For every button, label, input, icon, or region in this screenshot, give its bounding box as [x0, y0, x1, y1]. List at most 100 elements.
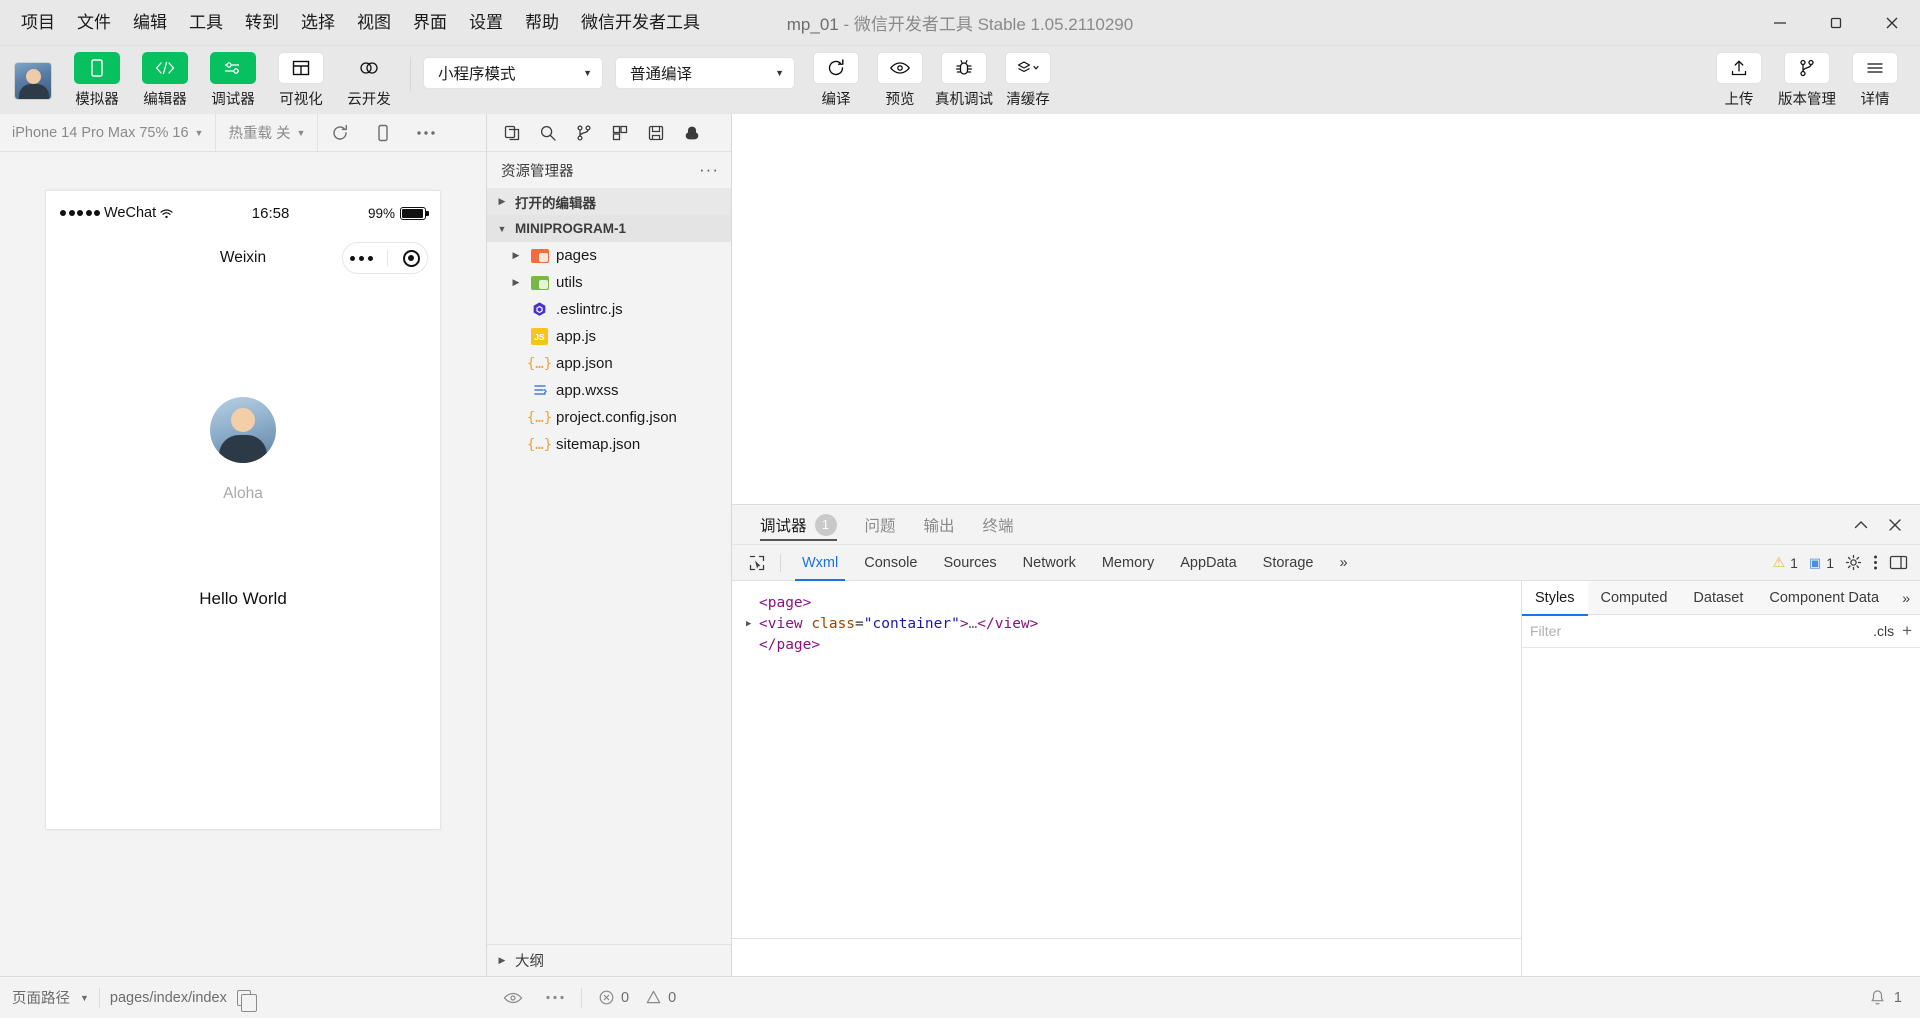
eslint-icon [530, 301, 549, 318]
tab-debugger[interactable]: 调试器 1 [746, 505, 851, 545]
source-control-icon[interactable] [575, 124, 593, 142]
toolbar-button-remote-debug[interactable]: 真机调试 [933, 52, 995, 109]
subtab-sources[interactable]: Sources [930, 545, 1009, 581]
tab-terminal[interactable]: 终端 [969, 505, 1028, 545]
phone-battery-pct: 99% [367, 205, 395, 221]
outline-section[interactable]: ▶ 大纲 [487, 944, 731, 976]
files-icon[interactable] [503, 124, 521, 142]
eye-icon[interactable] [503, 991, 523, 1005]
styles-overflow-icon[interactable]: » [1902, 590, 1920, 606]
build-select[interactable]: 普通编译 ▼ [615, 57, 795, 89]
subtab-label: Memory [1101, 554, 1155, 571]
close-icon[interactable] [1886, 516, 1904, 534]
tree-item-app-wxss[interactable]: app.wxss [487, 377, 731, 404]
capsule-button[interactable] [342, 242, 428, 274]
subtab-memory[interactable]: Memory [1089, 545, 1167, 581]
subtab-overflow[interactable]: » [1326, 545, 1360, 581]
tree-item-pages[interactable]: ▶ pages [487, 242, 731, 269]
tree-item-utils[interactable]: ▶ utils [487, 269, 731, 296]
toolbar-button-compile[interactable]: 编译 [805, 52, 867, 109]
tab-output[interactable]: 输出 [910, 505, 969, 545]
toolbar-button-version-control[interactable]: 版本管理 [1776, 52, 1838, 109]
error-count[interactable]: 0 [598, 989, 629, 1006]
search-icon[interactable] [539, 124, 557, 142]
message-count[interactable]: ▣ 1 [1809, 555, 1834, 571]
more-icon[interactable] [545, 995, 565, 1000]
styles-filter-input[interactable] [1530, 623, 1866, 639]
explorer-more-icon[interactable]: ··· [699, 160, 719, 180]
toolbar-button-editor[interactable]: 编辑器 [136, 52, 194, 109]
styles-tab-styles[interactable]: Styles [1522, 580, 1588, 616]
maximize-button[interactable] [1808, 0, 1864, 46]
tree-item-sitemap[interactable]: {…} sitemap.json [487, 431, 731, 458]
menu-item-settings[interactable]: 设置 [458, 8, 514, 37]
avatar[interactable] [14, 62, 52, 100]
menu-item-file[interactable]: 文件 [66, 8, 122, 37]
cls-button[interactable]: .cls [1873, 623, 1894, 639]
code-line-2[interactable]: ▶ <view class = "container" >… </view> [746, 614, 1507, 635]
devtools-subtabbar: Wxml Console Sources Network Memory AppD… [732, 545, 1920, 581]
add-style-rule-button[interactable]: + [1902, 621, 1912, 641]
menu-item-select[interactable]: 选择 [290, 8, 346, 37]
device-select[interactable]: iPhone 14 Pro Max 75% 16 ▼ [0, 114, 215, 151]
styles-tab-component-data[interactable]: Component Data [1756, 581, 1892, 615]
menu-item-help[interactable]: 帮助 [514, 8, 570, 37]
extensions-icon[interactable] [611, 124, 629, 142]
subtab-storage[interactable]: Storage [1250, 545, 1327, 581]
tree-item-project-config[interactable]: {…} project.config.json [487, 404, 731, 431]
page-path-label[interactable]: 页面路径 [12, 987, 70, 1008]
toolbar-button-visualize[interactable]: 可视化 [272, 52, 330, 109]
tab-problems[interactable]: 问题 [851, 505, 910, 545]
tab-label: 终端 [982, 517, 1014, 535]
inspect-element-icon[interactable] [742, 550, 772, 576]
tree-item-app-js[interactable]: JS app.js [487, 323, 731, 350]
styles-tab-computed[interactable]: Computed [1588, 581, 1681, 615]
subtab-console[interactable]: Console [851, 545, 930, 581]
subtab-network[interactable]: Network [1010, 545, 1089, 581]
copy-icon[interactable] [236, 989, 257, 1012]
subtab-appdata[interactable]: AppData [1167, 545, 1249, 581]
toolbar-button-simulator[interactable]: 模拟器 [68, 52, 126, 109]
wxml-code[interactable]: <page> ▶ <view class = "container" >… </view>… [732, 581, 1521, 938]
chevron-down-icon[interactable]: ▼ [80, 993, 89, 1003]
menu-item-tools[interactable]: 工具 [178, 8, 234, 37]
toolbar-button-preview[interactable]: 预览 [869, 52, 931, 109]
user-avatar[interactable] [210, 397, 276, 463]
js-icon: JS [530, 328, 549, 345]
warning-count[interactable]: 0 [645, 989, 676, 1006]
menu-item-interface[interactable]: 界面 [402, 8, 458, 37]
dock-panel-icon[interactable] [1889, 554, 1908, 571]
chevron-up-icon[interactable] [1852, 516, 1870, 534]
hot-reload-select[interactable]: 热重载 关 ▼ [216, 114, 317, 151]
chevron-down-icon: ▼ [194, 127, 204, 138]
chevron-right-icon[interactable]: ▶ [746, 614, 759, 635]
menu-item-devtools[interactable]: 微信开发者工具 [570, 8, 711, 37]
save-icon[interactable] [647, 124, 665, 142]
menu-item-goto[interactable]: 转到 [234, 8, 290, 37]
menu-item-project[interactable]: 项目 [10, 8, 66, 37]
tree-item-app-json[interactable]: {…} app.json [487, 350, 731, 377]
menu-item-edit[interactable]: 编辑 [122, 8, 178, 37]
debug-icon[interactable] [683, 124, 701, 142]
menu-item-view[interactable]: 视图 [346, 8, 402, 37]
toolbar-button-clear-cache[interactable]: 清缓存 [997, 52, 1059, 109]
kebab-menu-icon[interactable] [1873, 554, 1878, 571]
toolbar-button-cloud[interactable]: 云开发 [340, 52, 398, 109]
tree-item-eslintrc[interactable]: .eslintrc.js [487, 296, 731, 323]
simulator-more-button[interactable] [404, 114, 448, 151]
warning-count[interactable]: ⚠ 1 [1773, 554, 1798, 571]
close-button[interactable] [1864, 0, 1920, 46]
tree-section-miniprogram[interactable]: ▼ MINIPROGRAM-1 [487, 215, 731, 242]
toolbar-button-debugger[interactable]: 调试器 [204, 52, 262, 109]
simulator-rotate-button[interactable] [362, 114, 404, 151]
gear-icon[interactable] [1845, 554, 1862, 571]
toolbar-button-details[interactable]: 详情 [1844, 52, 1906, 109]
mode-select[interactable]: 小程序模式 ▼ [423, 57, 603, 89]
subtab-wxml[interactable]: Wxml [789, 545, 851, 581]
styles-tab-dataset[interactable]: Dataset [1680, 581, 1756, 615]
simulator-refresh-button[interactable] [318, 114, 362, 151]
status-notifications[interactable]: 1 [1869, 989, 1920, 1007]
toolbar-button-upload[interactable]: 上传 [1708, 52, 1770, 109]
minimize-button[interactable] [1752, 0, 1808, 46]
tree-section-open-editors[interactable]: ▶ 打开的编辑器 [487, 188, 731, 215]
